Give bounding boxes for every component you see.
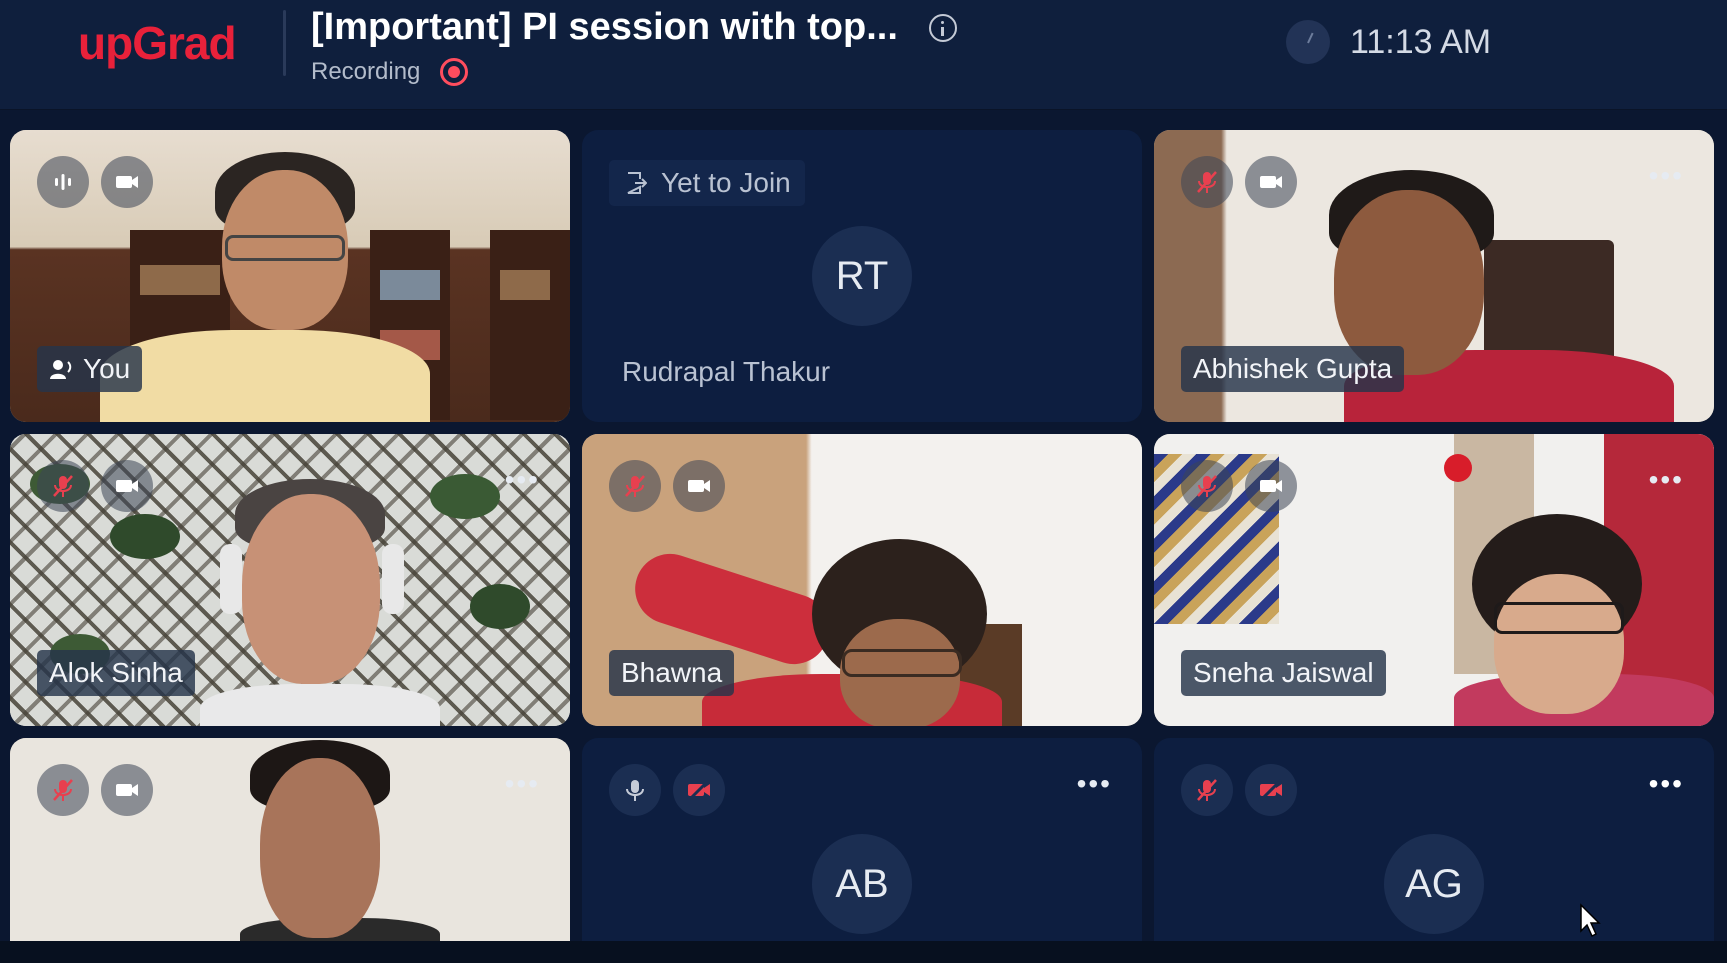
mouse-cursor-icon [1580, 903, 1601, 938]
participant-name-badge: You [37, 346, 143, 392]
participant-tile-ab[interactable]: ••• AB [582, 738, 1142, 941]
clock-icon [1286, 20, 1330, 64]
participant-avatar: AG [1384, 834, 1484, 934]
microphone-muted-icon [1197, 779, 1217, 801]
camera-off-indicator [673, 764, 725, 816]
participant-name-badge: Sneha Jaiswal [1181, 650, 1386, 696]
camera-indicator [101, 764, 153, 816]
microphone-muted-icon [1197, 475, 1217, 497]
more-options-icon[interactable]: ••• [1077, 770, 1112, 798]
session-title: [Important] PI session with top... [311, 6, 898, 48]
camera-indicator [1245, 460, 1297, 512]
camera-off-indicator [1245, 764, 1297, 816]
mic-indicator [609, 764, 661, 816]
microphone-icon [626, 780, 644, 801]
microphone-muted-icon [1197, 171, 1217, 193]
more-options-icon[interactable]: ••• [505, 770, 540, 798]
recording-indicator-icon [440, 58, 468, 86]
speaking-mic-button[interactable] [37, 156, 89, 208]
meeting-app: upGrad [Important] PI session with top..… [0, 0, 1727, 963]
microphone-muted-icon [53, 475, 73, 497]
camera-icon [116, 480, 138, 492]
microphone-muted-icon [625, 475, 645, 497]
more-options-icon[interactable]: ••• [505, 466, 540, 494]
join-status-tag: Yet to Join [609, 160, 805, 206]
participant-name-badge: Alok Sinha [37, 650, 195, 696]
participant-tile-bhawna[interactable]: Bhawna [582, 434, 1142, 726]
audio-wave-icon [55, 174, 71, 190]
mic-muted-indicator [37, 460, 89, 512]
participant-tile-rudrapal[interactable]: Yet to Join RT Rudrapal Thakur [582, 130, 1142, 422]
join-status-text: Yet to Join [661, 167, 791, 198]
camera-off-icon [1259, 778, 1283, 802]
upgrad-logo[interactable]: upGrad [78, 16, 237, 70]
mic-muted-indicator [1181, 764, 1233, 816]
camera-icon [1260, 176, 1282, 188]
participant-name: Rudrapal Thakur [622, 356, 831, 387]
microphone-muted-icon [53, 779, 73, 801]
video-feed [10, 738, 570, 941]
more-options-icon[interactable]: ••• [1649, 162, 1684, 190]
participant-name-badge: Abhishek Gupta [1181, 346, 1405, 392]
exit-door-icon [627, 172, 647, 194]
camera-icon [688, 480, 710, 492]
participant-name: You [83, 353, 131, 384]
camera-off-icon [687, 778, 711, 802]
bottom-toolbar [0, 941, 1727, 963]
participant-tile-you[interactable]: You [10, 130, 570, 422]
participant-tile-alok[interactable]: ••• Alok Sinha [10, 434, 570, 726]
participant-tile-ag[interactable]: ••• AG [1154, 738, 1714, 941]
info-icon[interactable] [929, 14, 957, 42]
more-options-icon[interactable]: ••• [1649, 770, 1684, 798]
camera-indicator [1245, 156, 1297, 208]
participant-tile-sneha[interactable]: ••• Sneha Jaiswal [1154, 434, 1714, 726]
current-time: 11:13 AM [1350, 23, 1492, 61]
mic-muted-indicator [37, 764, 89, 816]
top-header: upGrad [Important] PI session with top..… [0, 0, 1727, 110]
camera-indicator [101, 460, 153, 512]
header-divider [283, 10, 286, 76]
participant-tile-abhishek[interactable]: ••• Abhishek Gupta [1154, 130, 1714, 422]
participant-avatar: RT [812, 226, 912, 326]
mic-muted-indicator [1181, 460, 1233, 512]
speaking-user-icon [50, 360, 72, 379]
participant-name-badge: Bhawna [609, 650, 735, 696]
participant-tile-7[interactable]: ••• [10, 738, 570, 941]
participant-avatar: AB [812, 834, 912, 934]
mic-muted-indicator [1181, 156, 1233, 208]
camera-icon [116, 176, 138, 188]
camera-icon [1260, 480, 1282, 492]
camera-indicator [673, 460, 725, 512]
more-options-icon[interactable]: ••• [1649, 466, 1684, 494]
camera-icon [116, 784, 138, 796]
mic-muted-indicator [609, 460, 661, 512]
camera-button[interactable] [101, 156, 153, 208]
recording-label: Recording [311, 58, 421, 85]
